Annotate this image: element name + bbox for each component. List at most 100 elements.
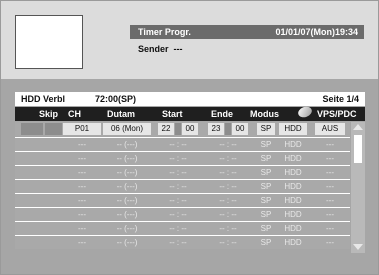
ch-cell[interactable]: --- <box>63 209 101 221</box>
media-cell[interactable]: HDD <box>279 167 307 179</box>
ch-cell[interactable]: --- <box>63 237 101 249</box>
media-cell[interactable]: HDD <box>279 223 307 235</box>
table-row[interactable]: --- -- (---) -- : -- -- : -- SP HDD --- <box>15 179 350 193</box>
status-bar: HDD Verbl 72:00(SP) Seite 1/4 <box>15 92 365 106</box>
datetime: 01/01/07(Mon)19:34 <box>275 27 358 37</box>
scroll-thumb[interactable] <box>354 135 362 163</box>
date-cell[interactable]: 06 (Mon) <box>103 123 151 135</box>
ch-cell[interactable]: P01 <box>63 123 101 135</box>
mode-cell[interactable]: SP <box>257 123 275 135</box>
title-bar: Timer Progr. 01/01/07(Mon)19:34 <box>130 25 364 39</box>
table-row[interactable]: --- -- (---) -- : -- -- : -- SP HDD --- <box>15 221 350 235</box>
end-hour-cell[interactable]: 23 <box>208 123 224 135</box>
table-row[interactable]: --- -- (---) -- : -- -- : -- SP HDD --- <box>15 193 350 207</box>
disc-icon <box>296 104 314 120</box>
end-cell[interactable]: -- : -- <box>208 181 248 193</box>
vps-cell[interactable]: --- <box>315 167 345 179</box>
vps-cell[interactable]: AUS <box>315 123 345 135</box>
ch-cell[interactable]: --- <box>63 153 101 165</box>
hdd-label: HDD Verbl <box>21 94 66 104</box>
start-cell[interactable]: -- : -- <box>158 167 198 179</box>
ch-cell[interactable]: --- <box>63 195 101 207</box>
table-row[interactable]: --- -- (---) -- : -- -- : -- SP HDD --- <box>15 137 350 151</box>
media-cell[interactable]: HDD <box>279 123 307 135</box>
media-cell[interactable]: HDD <box>279 153 307 165</box>
col-end: Ende <box>211 109 234 119</box>
window-title: Timer Progr. <box>138 27 191 37</box>
end-min-cell[interactable]: 00 <box>232 123 248 135</box>
date-cell[interactable]: -- (---) <box>103 237 151 249</box>
end-cell[interactable]: -- : -- <box>208 209 248 221</box>
date-cell[interactable]: -- (---) <box>103 181 151 193</box>
mode-cell[interactable]: SP <box>257 181 275 193</box>
ch-gap <box>45 123 62 135</box>
skip-cell[interactable] <box>21 123 43 135</box>
table-row[interactable]: --- -- (---) -- : -- -- : -- SP HDD --- <box>15 165 350 179</box>
sender-info: Sender --- <box>138 44 183 54</box>
date-cell[interactable]: -- (---) <box>103 167 151 179</box>
col-mode: Modus <box>250 109 279 119</box>
ch-cell[interactable]: --- <box>63 223 101 235</box>
start-cell[interactable]: -- : -- <box>158 153 198 165</box>
vps-cell[interactable]: --- <box>315 223 345 235</box>
mode-cell[interactable]: SP <box>257 209 275 221</box>
media-cell[interactable]: HDD <box>279 209 307 221</box>
mode-cell[interactable]: SP <box>257 139 275 151</box>
top-panel: Timer Progr. 01/01/07(Mon)19:34 Sender --… <box>1 1 378 79</box>
col-start: Start <box>162 109 183 119</box>
end-cell[interactable]: -- : -- <box>208 153 248 165</box>
scrollbar[interactable] <box>351 122 365 253</box>
media-cell[interactable]: HDD <box>279 237 307 249</box>
start-min-cell[interactable]: 00 <box>182 123 198 135</box>
vps-cell[interactable]: --- <box>315 181 345 193</box>
mode-cell[interactable]: SP <box>257 153 275 165</box>
end-sep <box>225 123 231 135</box>
table-row[interactable]: --- -- (---) -- : -- -- : -- SP HDD --- <box>15 151 350 165</box>
col-date: Dutam <box>107 109 136 119</box>
column-header: Skip CH Dutam Start Ende Modus VPS/PDC <box>15 104 365 121</box>
table-row[interactable]: P01 06 (Mon) 22 00 23 00 SP HDD AUS <box>15 122 350 136</box>
vps-cell[interactable]: --- <box>315 237 345 249</box>
mode-cell[interactable]: SP <box>257 195 275 207</box>
vps-cell[interactable]: --- <box>315 209 345 221</box>
date-cell[interactable]: -- (---) <box>103 195 151 207</box>
vps-cell[interactable]: --- <box>315 153 345 165</box>
table-row[interactable]: --- -- (---) -- : -- -- : -- SP HDD --- <box>15 235 350 249</box>
arrow-up-icon[interactable] <box>353 124 363 130</box>
media-cell[interactable]: HDD <box>279 195 307 207</box>
timer-program-screen: Timer Progr. 01/01/07(Mon)19:34 Sender --… <box>0 0 379 275</box>
table-row[interactable]: --- -- (---) -- : -- -- : -- SP HDD --- <box>15 207 350 221</box>
mode-cell[interactable]: SP <box>257 167 275 179</box>
date-cell[interactable]: -- (---) <box>103 223 151 235</box>
end-cell[interactable]: -- : -- <box>208 195 248 207</box>
start-cell[interactable]: -- : -- <box>158 139 198 151</box>
mode-cell[interactable]: SP <box>257 223 275 235</box>
ch-cell[interactable]: --- <box>63 167 101 179</box>
date-cell[interactable]: -- (---) <box>103 153 151 165</box>
media-cell[interactable]: HDD <box>279 181 307 193</box>
arrow-down-icon[interactable] <box>353 244 363 250</box>
end-cell[interactable]: -- : -- <box>208 237 248 249</box>
ch-cell[interactable]: --- <box>63 139 101 151</box>
mode-cell[interactable]: SP <box>257 237 275 249</box>
start-cell[interactable]: -- : -- <box>158 237 198 249</box>
start-cell[interactable]: -- : -- <box>158 209 198 221</box>
col-vps: VPS/PDC <box>317 109 357 119</box>
vps-cell[interactable]: --- <box>315 139 345 151</box>
media-cell[interactable]: HDD <box>279 139 307 151</box>
start-cell[interactable]: -- : -- <box>158 195 198 207</box>
end-cell[interactable]: -- : -- <box>208 223 248 235</box>
start-hour-cell[interactable]: 22 <box>158 123 174 135</box>
video-preview <box>15 15 83 69</box>
date-cell[interactable]: -- (---) <box>103 139 151 151</box>
sender-label: Sender <box>138 44 169 54</box>
col-ch: CH <box>68 109 81 119</box>
start-cell[interactable]: -- : -- <box>158 181 198 193</box>
end-cell[interactable]: -- : -- <box>208 167 248 179</box>
end-cell[interactable]: -- : -- <box>208 139 248 151</box>
start-cell[interactable]: -- : -- <box>158 223 198 235</box>
timer-list: P01 06 (Mon) 22 00 23 00 SP HDD AUS --- … <box>15 122 350 253</box>
ch-cell[interactable]: --- <box>63 181 101 193</box>
vps-cell[interactable]: --- <box>315 195 345 207</box>
date-cell[interactable]: -- (---) <box>103 209 151 221</box>
